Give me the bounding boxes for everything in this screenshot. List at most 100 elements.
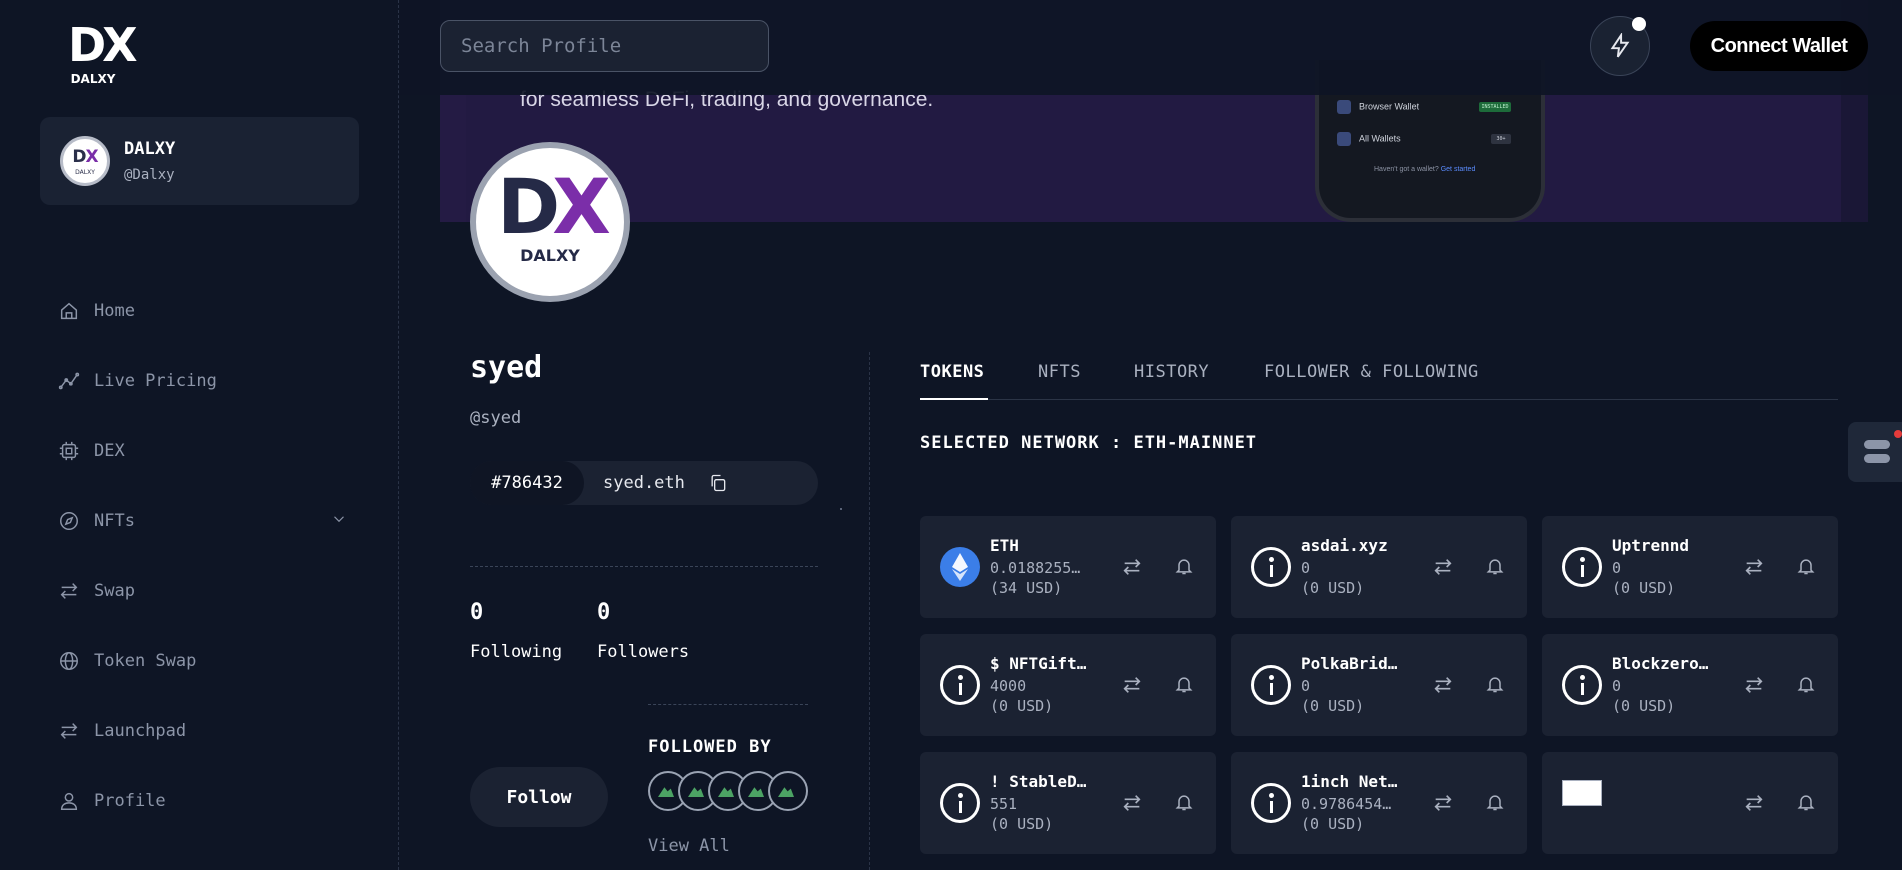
token-usd: (0 USD) bbox=[1301, 815, 1365, 833]
swap-icon[interactable] bbox=[1742, 674, 1766, 696]
copy-icon[interactable] bbox=[708, 473, 728, 493]
info-icon bbox=[940, 783, 980, 823]
sidebar-item-nfts[interactable]: NFTs bbox=[58, 486, 348, 556]
token-usd: (0 USD) bbox=[990, 815, 1054, 833]
sidebar-item-label: DEX bbox=[94, 441, 125, 461]
profile-handle: @syed bbox=[470, 408, 522, 428]
dalxy-logo[interactable]: DX DALXY bbox=[68, 18, 138, 92]
swap-icon[interactable] bbox=[1742, 556, 1766, 578]
profile-card-handle: @Dalxy bbox=[124, 167, 175, 183]
home-icon bbox=[60, 302, 78, 320]
bell-icon[interactable] bbox=[1174, 556, 1194, 576]
settings-toggle-widget[interactable] bbox=[1848, 422, 1902, 482]
info-icon bbox=[1562, 665, 1602, 705]
sidebar-item-label: Swap bbox=[94, 581, 135, 601]
view-all-link[interactable]: View All bbox=[648, 836, 730, 856]
token-card[interactable]: $ NFTGift… 4000 (0 USD) bbox=[920, 634, 1216, 736]
sidebar-item-swap[interactable]: Swap bbox=[58, 556, 348, 626]
sidebar-item-profile[interactable]: Profile bbox=[58, 766, 348, 836]
sidebar-item-token-swap[interactable]: Token Swap bbox=[58, 626, 348, 696]
top-header: Connect Wallet bbox=[400, 0, 1902, 95]
phone-tag-count: 30+ bbox=[1491, 134, 1511, 144]
token-card[interactable]: Uptrennd 0 (0 USD) bbox=[1542, 516, 1838, 618]
token-card[interactable]: Blockzero… 0 (0 USD) bbox=[1542, 634, 1838, 736]
sidebar-item-home[interactable]: Home bbox=[58, 276, 348, 346]
token-usd: (0 USD) bbox=[1612, 697, 1676, 715]
swap-icon[interactable] bbox=[1120, 556, 1144, 578]
toggle-icon bbox=[1864, 440, 1890, 449]
bell-icon[interactable] bbox=[1485, 674, 1505, 694]
profile-name: syed bbox=[470, 350, 543, 385]
token-card[interactable]: ETH 0.0188255… (34 USD) bbox=[920, 516, 1216, 618]
tab-follower-following[interactable]: FOLLOWER & FOLLOWING bbox=[1264, 362, 1479, 382]
swap-icon[interactable] bbox=[1431, 792, 1455, 814]
search-input[interactable] bbox=[440, 20, 769, 72]
token-card[interactable]: asdai.xyz 0 (0 USD) bbox=[1231, 516, 1527, 618]
swap-icon[interactable] bbox=[1431, 556, 1455, 578]
bell-icon[interactable] bbox=[1485, 556, 1505, 576]
profile-card-name: DALXY bbox=[124, 139, 176, 159]
notification-dot bbox=[1632, 17, 1646, 31]
chevron-down-icon[interactable] bbox=[330, 510, 348, 528]
token-card[interactable]: 1inch Net… 0.9786454… (0 USD) bbox=[1231, 752, 1527, 854]
sidebar-item-label: Home bbox=[94, 301, 135, 321]
token-amount: 0 bbox=[1612, 559, 1622, 577]
follow-button[interactable]: Follow bbox=[470, 767, 608, 827]
following-label[interactable]: Following bbox=[470, 642, 562, 662]
token-name: asdai.xyz bbox=[1301, 536, 1388, 555]
chart-line-icon bbox=[58, 372, 80, 390]
tab-tokens[interactable]: TOKENS bbox=[920, 362, 984, 382]
token-usd: (0 USD) bbox=[1612, 579, 1676, 597]
token-usd: (0 USD) bbox=[990, 697, 1054, 715]
notification-dot bbox=[1894, 430, 1902, 438]
followed-by-label: FOLLOWED BY bbox=[648, 737, 772, 757]
sidebar-item-label: Profile bbox=[94, 791, 166, 811]
swap-icon[interactable] bbox=[1431, 674, 1455, 696]
eth-icon bbox=[940, 547, 980, 587]
info-icon bbox=[1251, 783, 1291, 823]
swap-icon bbox=[60, 583, 78, 599]
token-card[interactable]: PolkaBrid… 0 (0 USD) bbox=[1231, 634, 1527, 736]
info-icon bbox=[1562, 547, 1602, 587]
token-card[interactable]: ! StableD… 551 (0 USD) bbox=[920, 752, 1216, 854]
profile-card[interactable]: DX DALXY DALXY @Dalxy bbox=[40, 117, 359, 205]
sidebar-item-live-pricing[interactable]: Live Pricing bbox=[58, 346, 348, 416]
tab-history[interactable]: HISTORY bbox=[1134, 362, 1209, 382]
token-amount: 551 bbox=[990, 795, 1018, 813]
followers-label[interactable]: Followers bbox=[597, 642, 689, 662]
swap-icon[interactable] bbox=[1120, 792, 1144, 814]
swap-icon[interactable] bbox=[1120, 674, 1144, 696]
token-card[interactable] bbox=[1542, 752, 1838, 854]
sidebar-item-dex[interactable]: DEX bbox=[58, 416, 348, 486]
activity-button[interactable] bbox=[1590, 16, 1650, 76]
bell-icon[interactable] bbox=[1796, 556, 1816, 576]
token-name: PolkaBrid… bbox=[1301, 654, 1398, 673]
globe-icon bbox=[60, 652, 78, 670]
bell-icon[interactable] bbox=[1796, 792, 1816, 812]
token-amount: 0 bbox=[1301, 677, 1311, 695]
sidebar-item-label: Token Swap bbox=[94, 651, 197, 671]
bell-icon[interactable] bbox=[1174, 792, 1194, 812]
logo-mark: DX bbox=[68, 18, 138, 72]
connect-wallet-button[interactable]: Connect Wallet bbox=[1690, 21, 1868, 71]
swap-icon[interactable] bbox=[1742, 792, 1766, 814]
column-divider bbox=[869, 352, 870, 870]
bell-icon[interactable] bbox=[1174, 674, 1194, 694]
bell-icon[interactable] bbox=[1796, 674, 1816, 694]
sidebar-item-label: Launchpad bbox=[94, 721, 187, 741]
toggle-icon bbox=[1864, 454, 1890, 463]
separator-dot bbox=[840, 508, 842, 510]
divider bbox=[470, 566, 818, 567]
sidebar-item-launchpad[interactable]: Launchpad bbox=[58, 696, 348, 766]
broken-image-icon bbox=[1562, 780, 1602, 806]
bell-icon[interactable] bbox=[1485, 792, 1505, 812]
token-usd: (34 USD) bbox=[990, 579, 1063, 597]
followed-by-avatars bbox=[648, 771, 818, 811]
follower-avatar[interactable] bbox=[768, 771, 808, 811]
token-name: 1inch Net… bbox=[1301, 772, 1398, 791]
info-icon bbox=[940, 665, 980, 705]
profile-tabs: TOKENS NFTS HISTORY FOLLOWER & FOLLOWING bbox=[920, 352, 1838, 400]
sidebar: DX DALXY DX DALXY DALXY @Dalxy Home Live … bbox=[0, 0, 399, 870]
tab-nfts[interactable]: NFTS bbox=[1038, 362, 1081, 382]
chip-icon bbox=[59, 441, 79, 461]
